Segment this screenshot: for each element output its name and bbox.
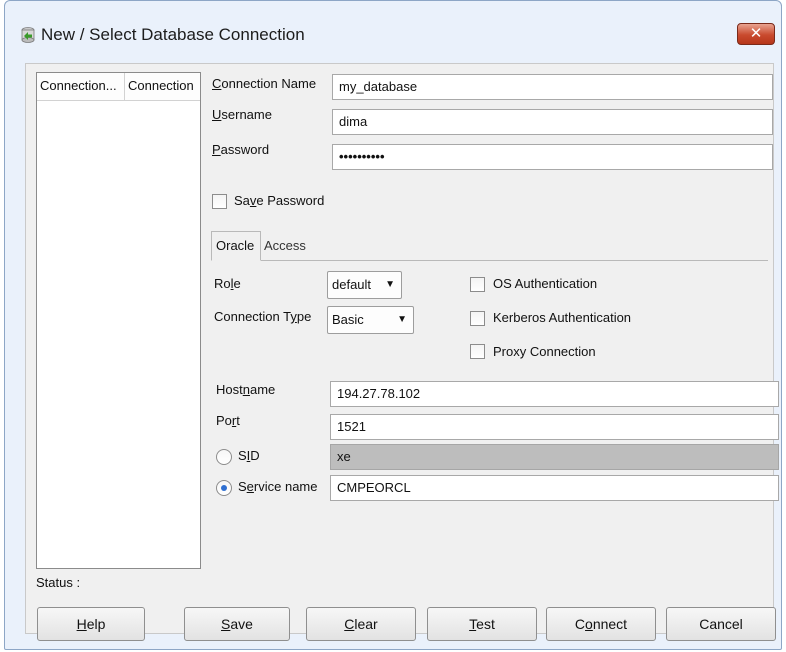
dialog-window: New / Select Database Connection ✕ Conne… — [4, 0, 782, 650]
os-authentication-checkbox[interactable] — [470, 277, 485, 292]
sid-radio[interactable] — [216, 449, 232, 465]
tab-oracle[interactable]: Oracle — [211, 231, 261, 261]
close-icon: ✕ — [749, 25, 763, 42]
connection-type-value: Basic — [332, 312, 364, 327]
connection-name-label: Connection Name — [212, 76, 317, 91]
sid-input[interactable]: xe — [330, 444, 779, 470]
kerberos-authentication-label[interactable]: Kerberos Authentication — [493, 310, 631, 325]
window-title: New / Select Database Connection — [41, 25, 305, 44]
connection-list-header: Connection... Connection — [37, 73, 200, 101]
close-button[interactable]: ✕ — [737, 23, 775, 45]
connection-name-label-rest: onnection Name — [221, 76, 317, 91]
save-button[interactable]: Save — [184, 607, 290, 641]
chevron-down-icon: ▼ — [385, 279, 395, 290]
column-header-connection-details[interactable]: Connection — [125, 73, 202, 101]
dialog-body: Connection... Connection Connection Name… — [25, 63, 779, 641]
chevron-down-icon: ▼ — [397, 314, 407, 325]
hostname-label: Hostname — [216, 382, 276, 397]
sid-label[interactable]: SID — [238, 448, 260, 463]
connection-name-input[interactable]: my_database — [332, 74, 773, 100]
username-input[interactable]: dima — [332, 109, 773, 135]
hostname-input[interactable]: 194.27.78.102 — [330, 381, 779, 407]
username-label: Username — [212, 107, 272, 122]
status-label: Status : — [36, 575, 81, 590]
cancel-button[interactable]: Cancel — [666, 607, 776, 641]
column-header-connection-name[interactable]: Connection... — [37, 73, 125, 101]
kerberos-authentication-checkbox[interactable] — [470, 311, 485, 326]
role-value: default — [332, 277, 372, 292]
connection-type-label: Connection Type — [214, 309, 312, 324]
proxy-connection-label[interactable]: Proxy Connection — [493, 344, 596, 359]
test-button[interactable]: Test — [427, 607, 537, 641]
role-select[interactable]: default ▼ — [327, 271, 402, 299]
title-bar: New / Select Database Connection ✕ — [5, 1, 781, 53]
connection-type-select[interactable]: Basic ▼ — [327, 306, 414, 334]
role-label: Role — [214, 276, 241, 291]
password-label: Password — [212, 142, 270, 157]
service-name-input[interactable]: CMPEORCL — [330, 475, 779, 501]
connection-list[interactable]: Connection... Connection — [36, 72, 201, 569]
tab-access[interactable]: Access — [260, 232, 310, 262]
clear-button[interactable]: Clear — [306, 607, 416, 641]
database-connection-icon — [21, 27, 35, 43]
password-input[interactable]: •••••••••• — [332, 144, 773, 170]
service-name-label[interactable]: Service name — [238, 479, 317, 494]
port-label: Port — [216, 413, 240, 428]
service-name-radio[interactable] — [216, 480, 232, 496]
connect-button[interactable]: Connect — [546, 607, 656, 641]
save-password-checkbox[interactable] — [212, 194, 227, 209]
save-password-label[interactable]: Save Password — [234, 193, 324, 208]
port-input[interactable]: 1521 — [330, 414, 779, 440]
os-authentication-label[interactable]: OS Authentication — [493, 276, 597, 291]
help-button[interactable]: Help — [37, 607, 145, 641]
proxy-connection-checkbox[interactable] — [470, 344, 485, 359]
